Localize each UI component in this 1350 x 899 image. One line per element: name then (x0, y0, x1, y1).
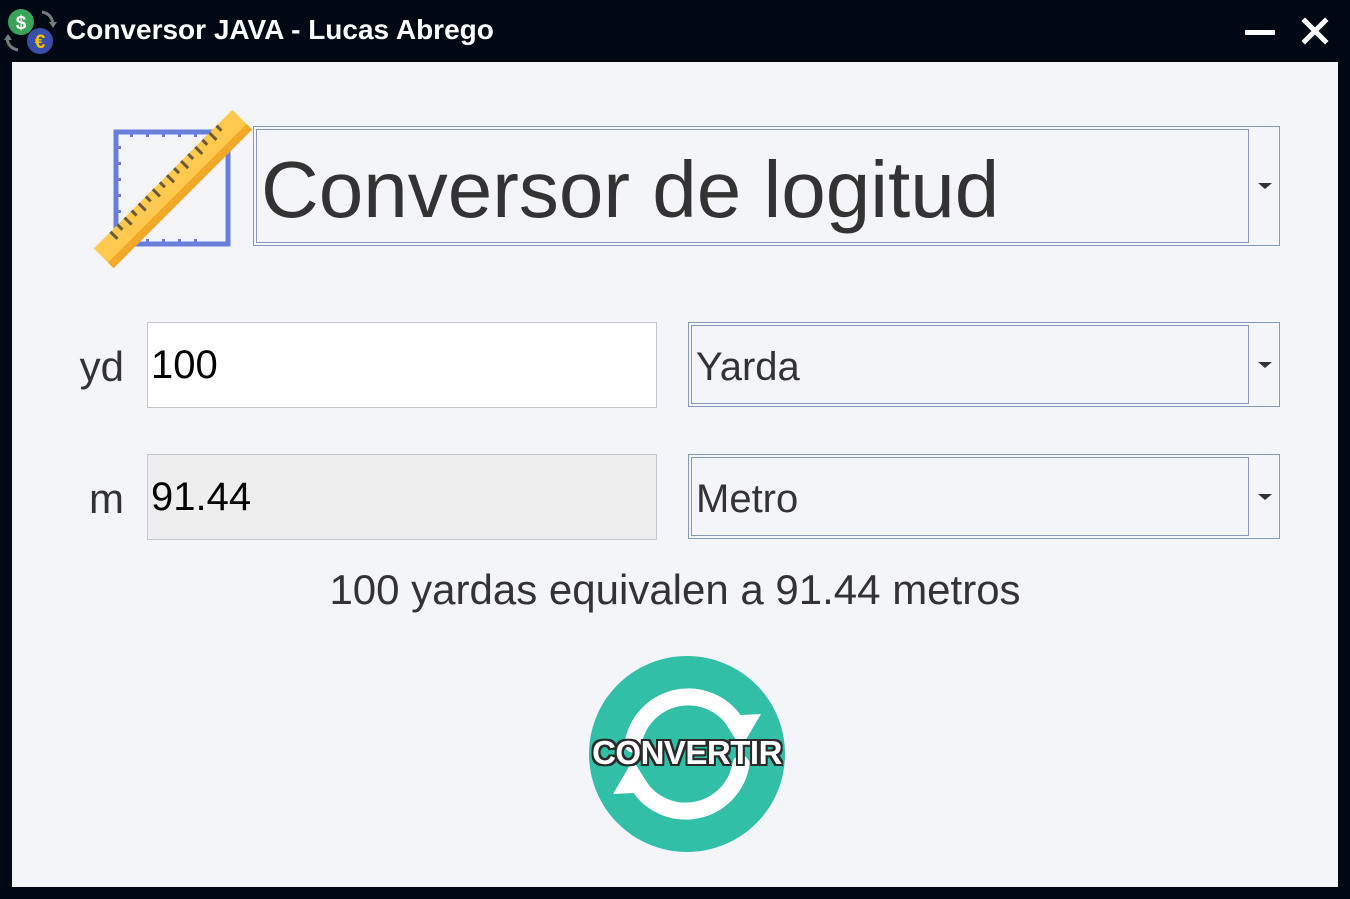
converter-type-field[interactable]: Conversor de logitud (256, 129, 1249, 243)
converter-type-label: Conversor de logitud (261, 145, 1000, 234)
window-title: Conversor JAVA - Lucas Abrego (66, 14, 494, 45)
result-summary: 100 yardas equivalen a 91.44 metros (329, 566, 1021, 613)
svg-text:€: € (35, 32, 46, 53)
to-unit-label: Metro (696, 477, 799, 521)
output-value-field: 91.44 (147, 454, 657, 540)
chevron-down-icon[interactable] (1251, 127, 1279, 245)
input-value-field[interactable]: 100 (147, 322, 657, 408)
minimize-icon[interactable] (1242, 14, 1278, 50)
to-unit-select[interactable]: Metro (688, 454, 1280, 539)
convert-button-label: CONVERTIR (592, 734, 782, 771)
main-panel: Conversor de logitud yd 100 Yarda m 91.4… (12, 62, 1338, 887)
svg-text:$: $ (16, 13, 27, 34)
from-unit-field[interactable]: Yarda (691, 325, 1249, 404)
to-unit-field[interactable]: Metro (691, 457, 1249, 536)
converter-type-select[interactable]: Conversor de logitud (253, 126, 1280, 246)
currency-exchange-icon: $ € (4, 9, 57, 54)
chevron-down-icon[interactable] (1251, 323, 1279, 406)
close-icon[interactable] (1297, 14, 1333, 50)
from-unit-select[interactable]: Yarda (688, 322, 1280, 407)
title-bar[interactable]: $ € Conversor JAVA - Lucas Abrego (0, 0, 1350, 62)
chevron-down-icon[interactable] (1251, 455, 1279, 538)
convert-button[interactable]: CONVERTIR (589, 656, 785, 852)
input-unit-symbol: yd (79, 343, 124, 390)
output-unit-symbol: m (89, 475, 124, 522)
ruler-icon (94, 110, 252, 268)
from-unit-label: Yarda (696, 345, 800, 389)
